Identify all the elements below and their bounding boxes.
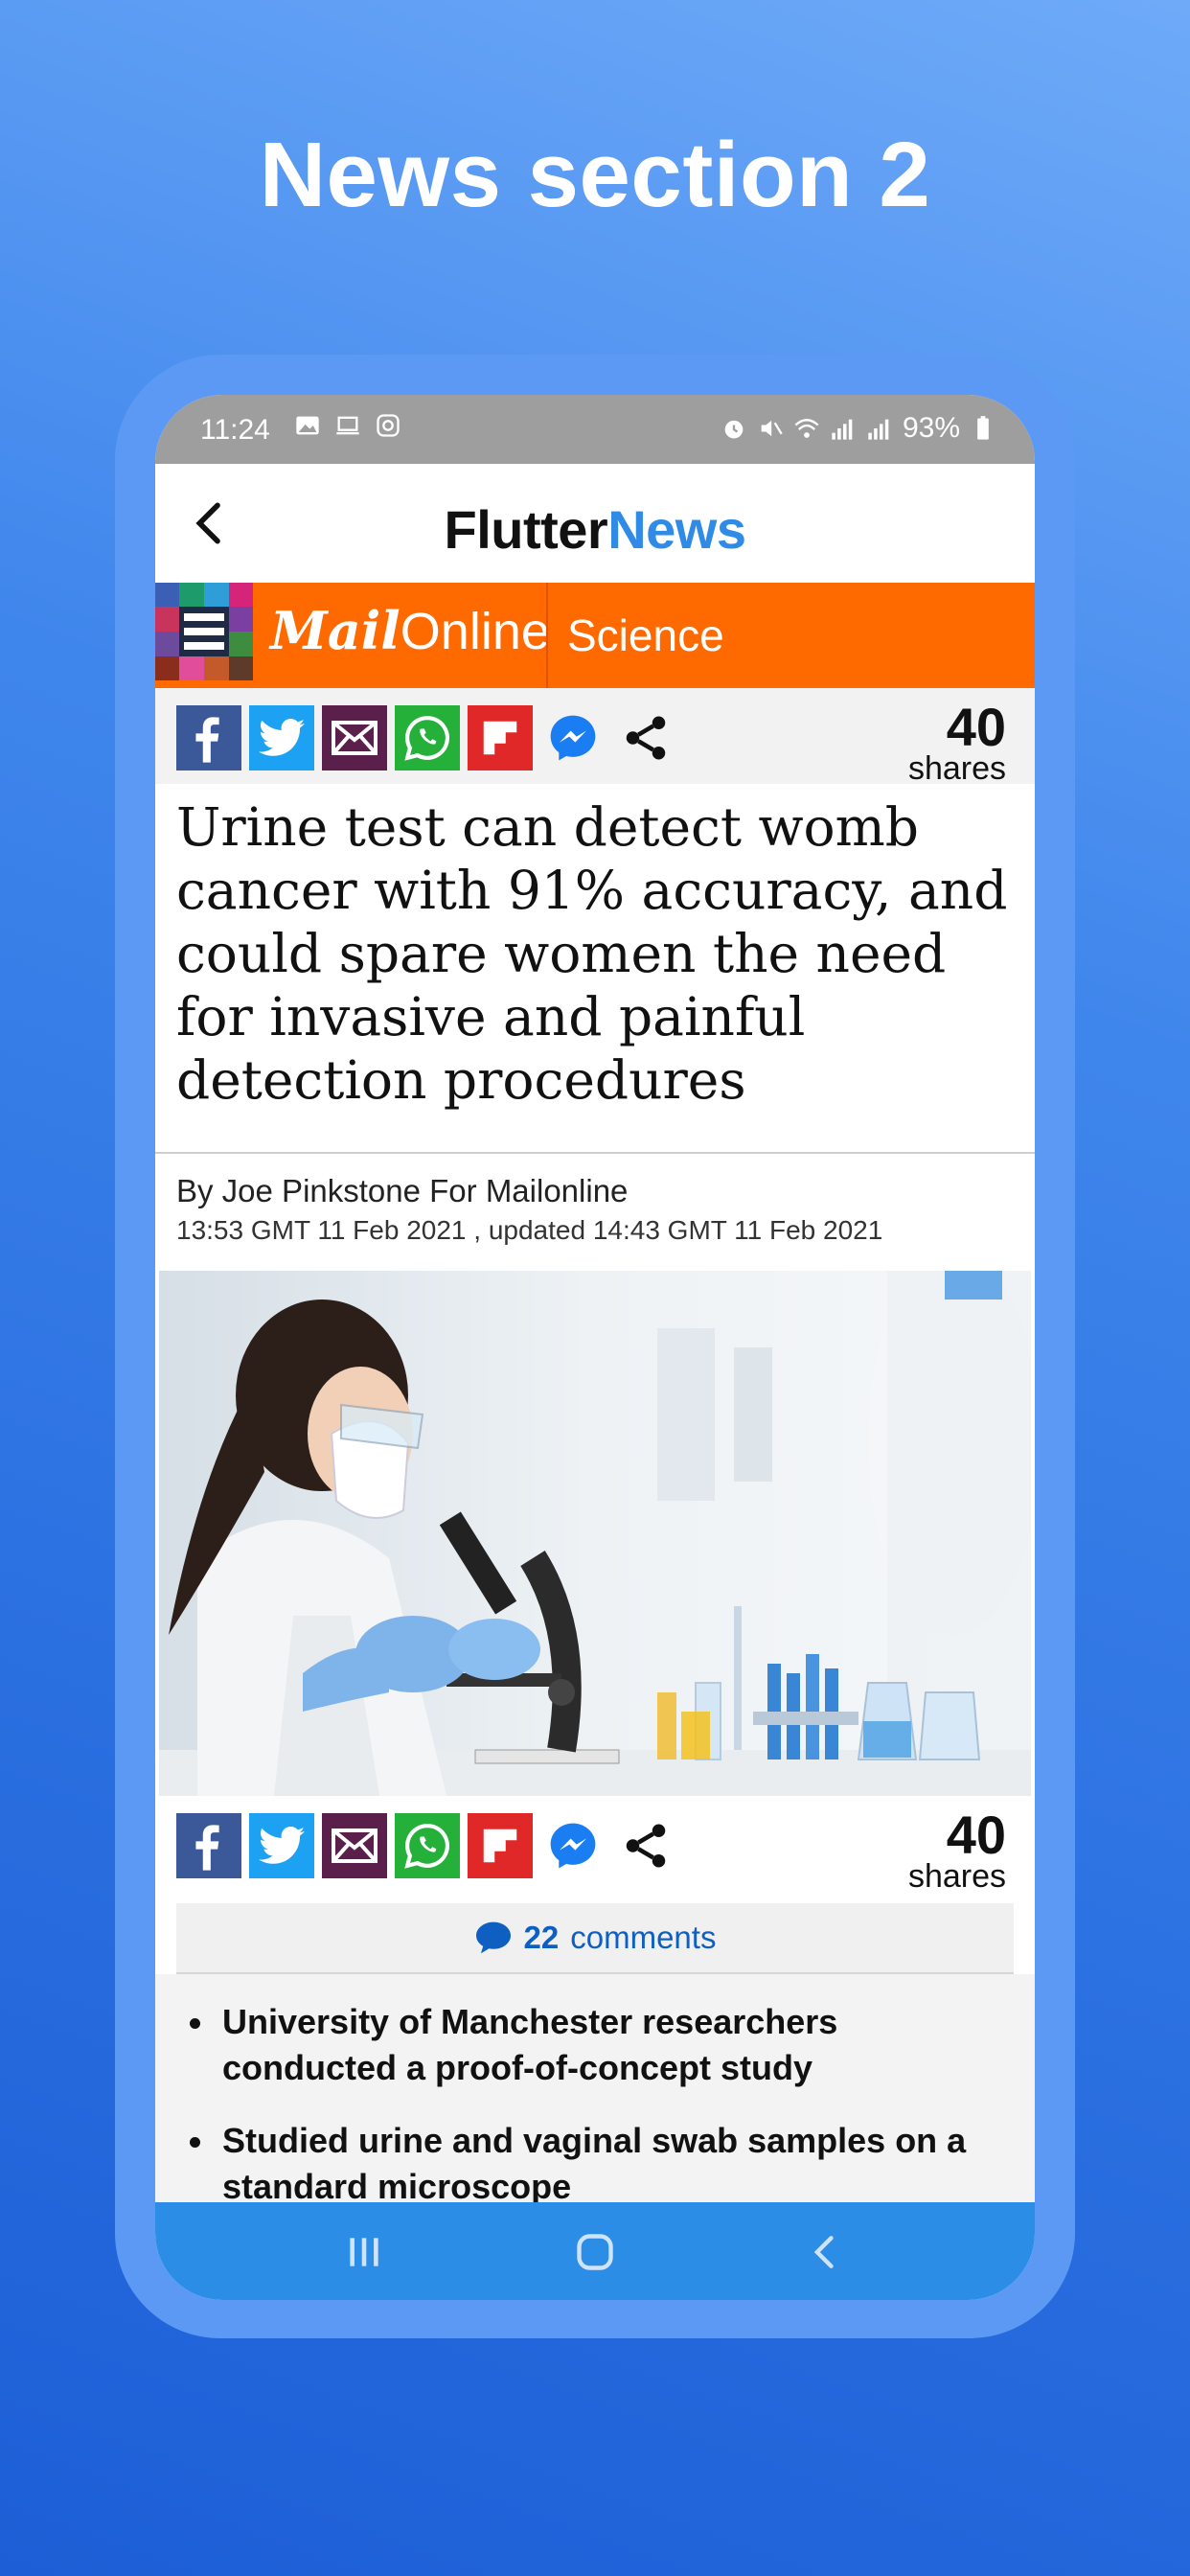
hero-title: News section 2 [259, 124, 931, 226]
header-divider [546, 583, 548, 688]
facebook-icon[interactable] [176, 1813, 241, 1878]
instagram-icon [377, 414, 400, 437]
nav-back-icon[interactable] [805, 2231, 847, 2273]
article-dateline: 13:53 GMT 11 Feb 2021 , updated 14:43 GM… [176, 1215, 883, 1245]
facebook-icon[interactable] [176, 705, 241, 770]
battery-icon [977, 416, 989, 440]
flipboard-icon[interactable] [468, 705, 533, 770]
battery-percent: 93% [902, 412, 960, 444]
app-title-flutter: Flutter [444, 499, 608, 560]
status-time: 11:24 [200, 414, 270, 446]
share-count: 40 shares [907, 697, 1006, 787]
twitter-icon[interactable] [249, 1813, 314, 1878]
share-count-number: 40 [946, 697, 1006, 757]
comments-label: comments [570, 1920, 717, 1955]
app-title-news: News [607, 499, 746, 560]
status-bar: 11:24 93% [155, 395, 1035, 464]
mailonline-logo: MailOnline [270, 600, 550, 661]
app-bar: FlutterNews [155, 464, 1035, 583]
comment-bubble-icon [475, 1921, 511, 1954]
comments-count: 22 [523, 1920, 560, 1955]
whatsapp-icon[interactable] [395, 705, 460, 770]
recent-apps-icon[interactable] [343, 2231, 385, 2273]
system-nav-bar [155, 2202, 1035, 2300]
share-bar-top: 40 shares [155, 688, 1035, 787]
mailonline-header: MailOnline Science [155, 583, 1035, 688]
mute-icon [761, 420, 783, 437]
share-count: 40 shares [907, 1805, 1006, 1895]
phone-screen: 11:24 93% FlutterNews MailOnline Science… [155, 395, 1035, 2300]
laptop-icon [336, 416, 359, 435]
email-icon[interactable] [322, 1813, 387, 1878]
menu-icon[interactable] [155, 583, 253, 680]
share-count-label: shares [907, 750, 1006, 787]
headline-divider [155, 1152, 1035, 1154]
signal-icon [832, 419, 853, 440]
gallery-icon [296, 416, 319, 435]
share-icon[interactable] [613, 705, 678, 770]
twitter-icon[interactable] [249, 705, 314, 770]
wifi-icon [794, 419, 819, 438]
section-label[interactable]: Science [567, 610, 724, 661]
article-bullets: University of Manchester researchers con… [155, 1974, 1035, 2206]
share-count-label: shares [907, 1858, 1006, 1895]
messenger-icon[interactable] [540, 1813, 606, 1878]
home-icon[interactable] [574, 2231, 616, 2273]
messenger-icon[interactable] [540, 705, 606, 770]
app-title: FlutterNews [155, 498, 1035, 561]
alarm-icon [724, 420, 744, 439]
email-icon[interactable] [322, 705, 387, 770]
share-count-number: 40 [946, 1805, 1006, 1865]
article-byline: By Joe Pinkstone For Mailonline [176, 1173, 629, 1208]
share-bar-bottom: 40 shares [155, 1796, 1035, 1895]
whatsapp-icon[interactable] [395, 1813, 460, 1878]
article-headline: Urine test can detect womb cancer with 9… [176, 796, 1008, 1111]
bullet-item: Studied urine and vaginal swab samples o… [190, 2118, 1008, 2210]
share-icon[interactable] [613, 1813, 678, 1878]
article-image[interactable] [159, 1271, 1031, 1796]
signal-icon-2 [868, 419, 889, 440]
comments-link[interactable]: 22 comments [176, 1903, 1014, 1974]
bullet-item: University of Manchester researchers con… [190, 1999, 1008, 2091]
lab-photo-illustration [159, 1271, 1031, 1796]
flipboard-icon[interactable] [468, 1813, 533, 1878]
